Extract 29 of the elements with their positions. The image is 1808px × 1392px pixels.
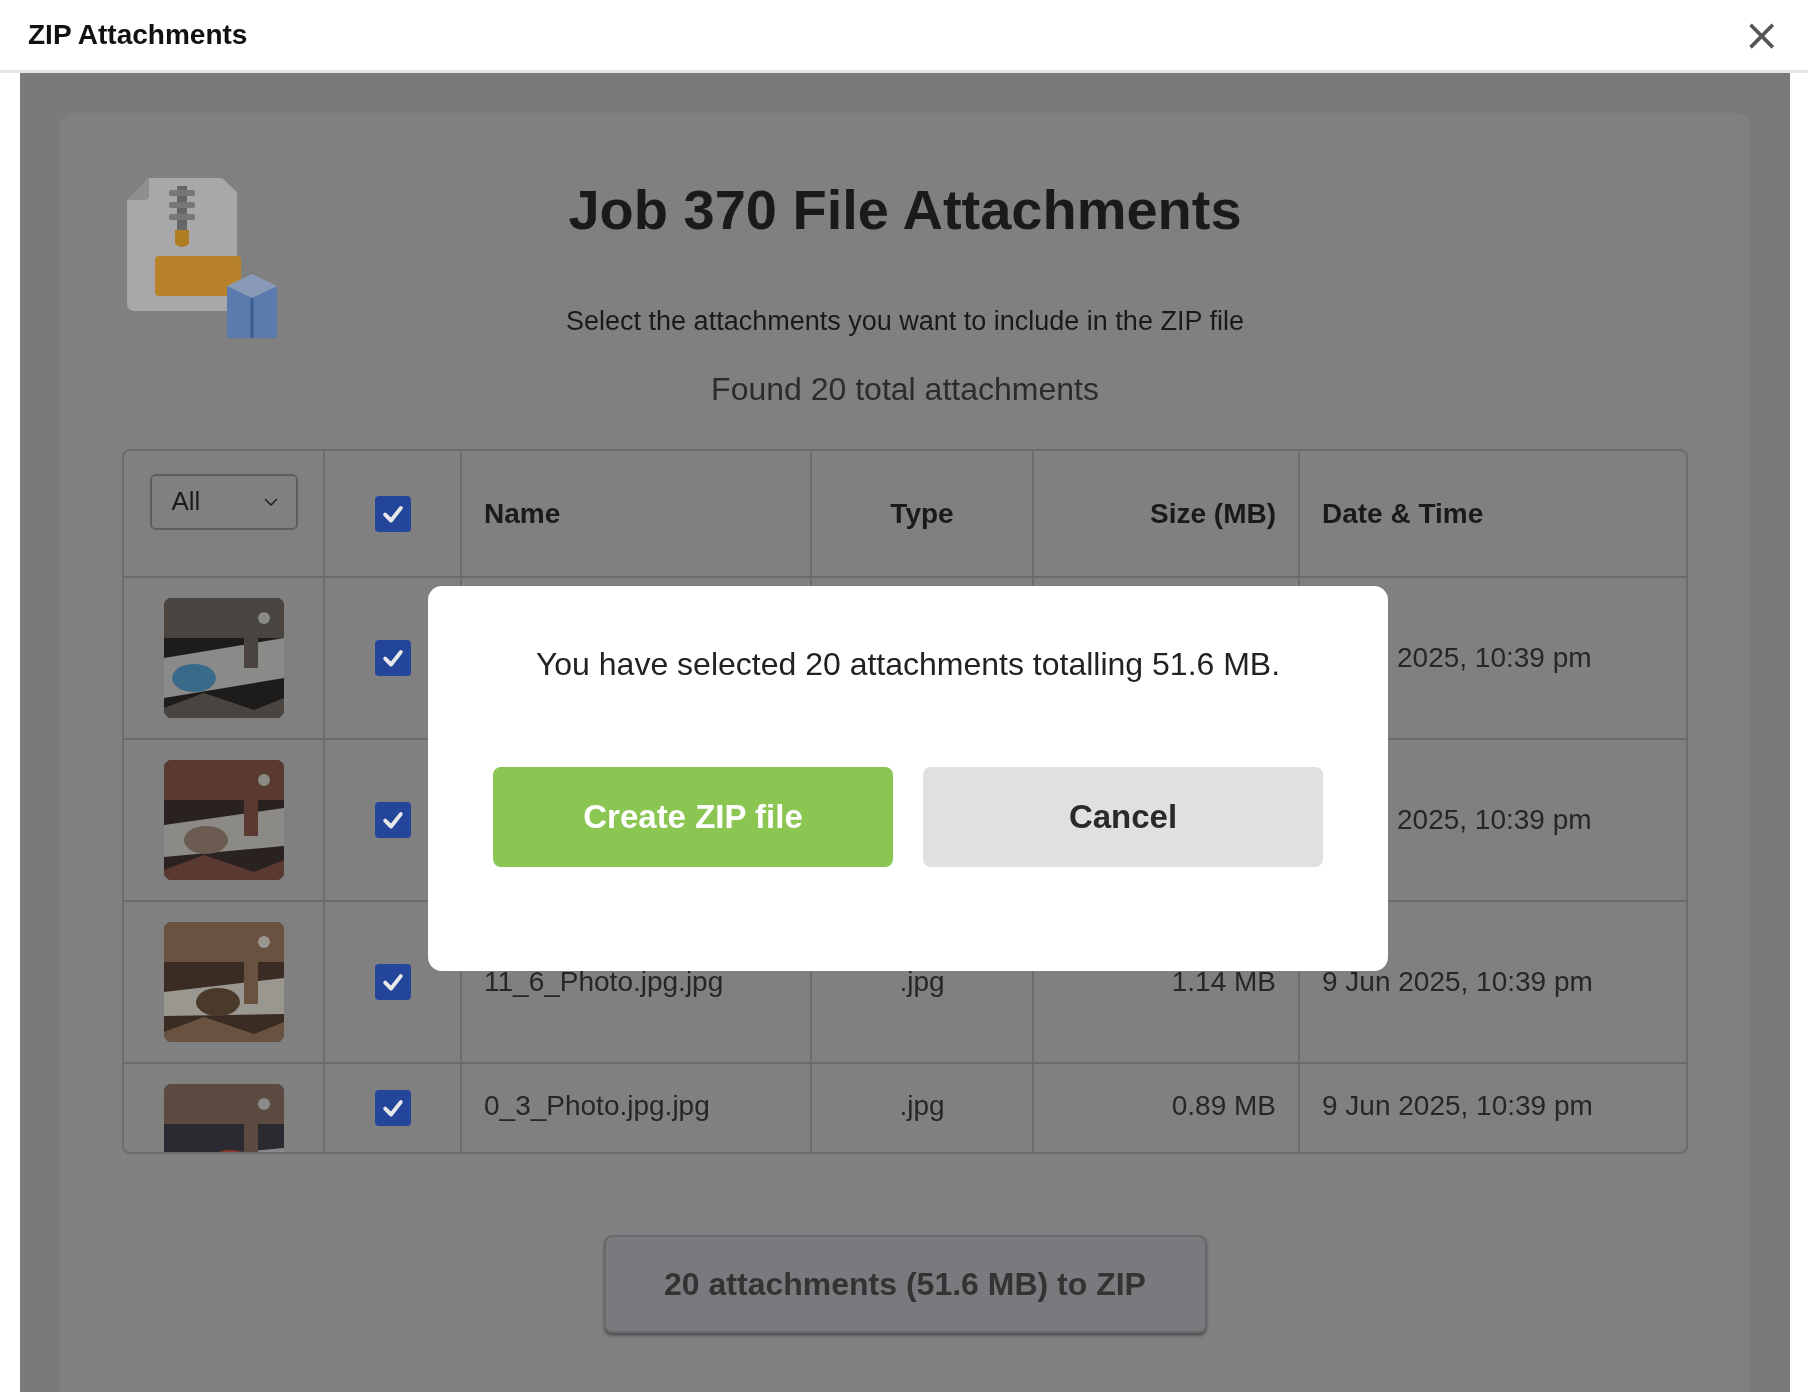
checkbox[interactable]	[374, 802, 411, 838]
checkbox[interactable]	[374, 640, 411, 676]
dialog-message: You have selected 20 attachments totalling 51.6 MB.	[535, 645, 1281, 684]
column-header[interactable]: Date & Time	[1322, 497, 1484, 530]
file-name: 0_3_Photo.jpg.jpg	[484, 1090, 710, 1122]
column-header[interactable]: Size (MB)	[1150, 497, 1276, 530]
file-size: 0.89 MB	[1171, 1090, 1276, 1122]
checkbox[interactable]	[374, 1090, 411, 1126]
instruction-text: Select the attachments you want to include in the ZIP file	[566, 305, 1244, 338]
column-header[interactable]: Name	[484, 497, 561, 530]
checkbox[interactable]	[374, 495, 411, 532]
page-title: Job 370 File Attachments	[568, 177, 1242, 243]
file-size: 1.14 MB	[1171, 966, 1276, 998]
date-time: 9 Jun 2025, 10:39 pm	[1322, 966, 1593, 998]
chevron-down-icon	[263, 497, 278, 506]
zip-button[interactable]: 20 attachments (51.6 MB) to ZIP	[603, 1235, 1207, 1333]
date-time: 9 Jun 2025, 10:39 pm	[1322, 1090, 1593, 1122]
filter-dropdown[interactable]: All	[149, 473, 298, 530]
file-name: 11_6_Photo.jpg.jpg	[484, 966, 724, 998]
date-time: 2025, 10:39 pm	[1397, 804, 1592, 836]
file-type: .jpg	[899, 1090, 945, 1122]
attachment-count: Found 20 total attachments	[711, 370, 1099, 409]
cancel-button[interactable]: Cancel	[923, 767, 1323, 867]
window-title: ZIP Attachments	[28, 19, 248, 51]
file-type: .jpg	[899, 966, 945, 998]
close-button[interactable]: ×	[1739, 13, 1784, 57]
date-time: 2025, 10:39 pm	[1397, 642, 1592, 674]
column-header[interactable]: Type	[890, 497, 954, 530]
checkbox[interactable]	[374, 964, 411, 1000]
